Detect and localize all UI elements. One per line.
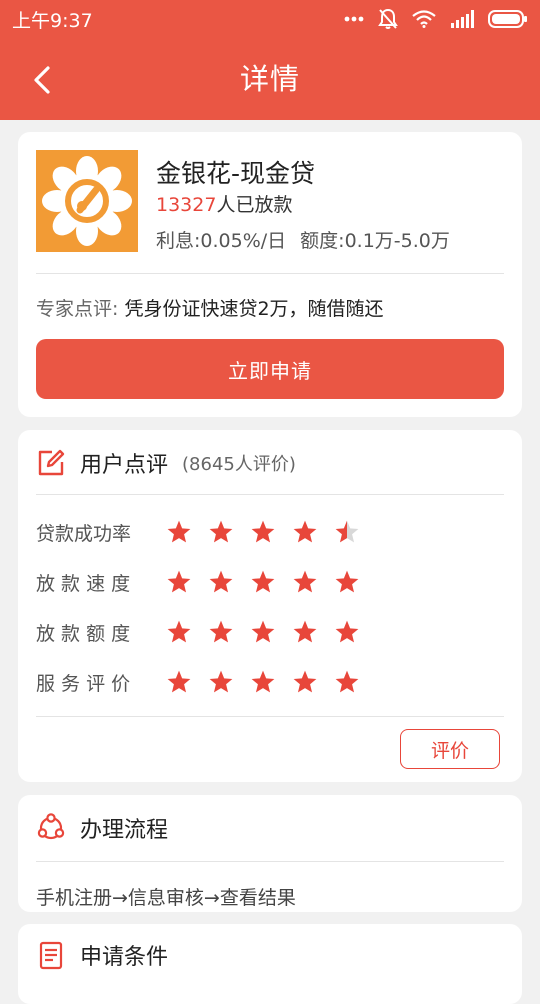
reviews-header: 用户点评 (8645人评价) (36, 446, 296, 480)
back-chevron-icon (34, 66, 50, 94)
star-full-icon (209, 520, 233, 543)
rating-label: 贷款成功率 (36, 522, 132, 545)
reviews-title: 用户点评 (80, 453, 169, 478)
apply-now-button[interactable]: 立即申请 (36, 339, 504, 399)
rating-label: 服 务 评 价 (36, 672, 131, 695)
product-meta: 利息:0.05%/日 额度:0.1万-5.0万 (156, 226, 450, 253)
divider (36, 861, 504, 862)
process-header: 办理流程 (36, 811, 168, 845)
star-full-icon (251, 520, 275, 543)
rating-row-loan-amount: 放 款 额 度 (36, 617, 360, 647)
expert-review: 专家点评: 凭身份证快速贷2万，随借随还 (36, 294, 384, 321)
requirements-title: 申请条件 (80, 945, 169, 970)
rating-label: 放 款 速 度 (36, 572, 131, 595)
product-card: 金银花-现金贷 13327人已放款 利息:0.05%/日 额度:0.1万-5.0万… (18, 132, 522, 417)
star-full-icon (293, 620, 317, 643)
star-full-icon (293, 670, 317, 693)
star-full-icon (209, 570, 233, 593)
process-card: 办理流程 手机注册→信息审核→查看结果 (18, 795, 522, 912)
star-rating (166, 619, 360, 645)
star-full-icon (167, 520, 191, 543)
battery-icon (488, 10, 527, 28)
star-full-icon (167, 670, 191, 693)
status-bar: 上午9:37 (0, 0, 540, 38)
edit-icon (38, 449, 65, 476)
divider (36, 494, 504, 495)
divider (36, 716, 504, 717)
expert-review-label: 专家点评: (36, 298, 119, 320)
signal-icon (451, 10, 474, 28)
star-rating (166, 569, 360, 595)
star-rating (166, 519, 360, 545)
process-cycle-icon (37, 813, 65, 840)
product-logo (36, 150, 138, 252)
star-full-icon (335, 620, 359, 643)
rating-row-service: 服 务 评 价 (36, 667, 360, 697)
star-full-icon (335, 570, 359, 593)
rating-label: 放 款 额 度 (36, 622, 131, 645)
star-full-icon (293, 570, 317, 593)
star-full-icon (335, 670, 359, 693)
requirements-header: 申请条件 (36, 938, 168, 972)
nav-bar: 详情 (0, 38, 540, 120)
status-icons (344, 8, 528, 30)
more-dots-icon (344, 16, 364, 22)
loan-count: 13327人已放款 (156, 190, 292, 217)
star-full-icon (293, 520, 317, 543)
wifi-icon (412, 10, 436, 28)
flower-logo-icon (42, 156, 132, 246)
process-steps: 手机注册→信息审核→查看结果 (36, 887, 296, 909)
process-title: 办理流程 (80, 818, 169, 843)
star-full-icon (251, 620, 275, 643)
page-title: 详情 (239, 62, 300, 96)
loan-count-suffix: 人已放款 (216, 194, 293, 216)
expert-review-text: 凭身份证快速贷2万，随借随还 (118, 298, 384, 320)
rate-button[interactable]: 评价 (400, 729, 500, 769)
mute-bell-icon (378, 8, 398, 29)
user-reviews-card: 用户点评 (8645人评价) 贷款成功率 放 款 速 度 放 款 额 度 服 务… (18, 430, 522, 782)
star-half-icon (335, 520, 359, 543)
star-full-icon (251, 570, 275, 593)
star-rating (166, 669, 360, 695)
status-time: 上午9:37 (12, 9, 93, 32)
star-full-icon (167, 570, 191, 593)
document-list-icon (39, 941, 63, 970)
star-full-icon (251, 670, 275, 693)
star-full-icon (209, 670, 233, 693)
product-name: 金银花-现金贷 (156, 159, 316, 188)
star-full-icon (209, 620, 233, 643)
divider (36, 273, 504, 274)
reviews-count: (8645人评价) (182, 454, 296, 475)
loan-count-number: 13327 (156, 194, 217, 216)
rating-row-loan-speed: 放 款 速 度 (36, 567, 360, 597)
rating-row-success-rate: 贷款成功率 (36, 517, 360, 547)
star-full-icon (167, 620, 191, 643)
loan-amount-range: 额度:0.1万-5.0万 (300, 230, 450, 252)
interest-rate: 利息:0.05%/日 (156, 230, 287, 252)
back-button[interactable] (22, 60, 62, 100)
requirements-card: 申请条件 (18, 924, 522, 1004)
